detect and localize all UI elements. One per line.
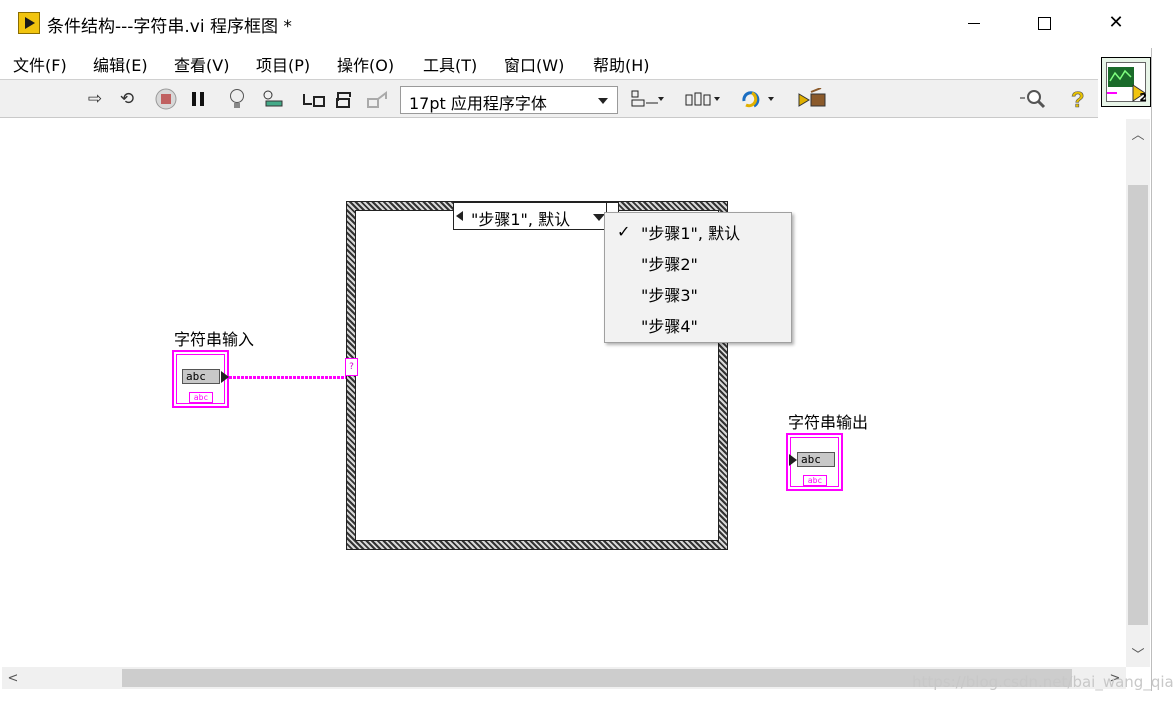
run-continuously-icon[interactable]: ⟲ (115, 87, 139, 111)
menu-file[interactable]: 文件(F) (13, 52, 67, 76)
menu-tools[interactable]: 工具(T) (423, 52, 477, 76)
dropdown-item-step2[interactable]: "步骤2" (641, 251, 698, 275)
menu-operate[interactable]: 操作(O) (337, 52, 394, 76)
abort-icon[interactable] (154, 87, 178, 111)
vertical-scroll-thumb[interactable] (1128, 185, 1148, 625)
maximize-button[interactable] (1021, 8, 1067, 38)
reorder-icon[interactable] (740, 89, 780, 111)
menu-edit[interactable]: 编辑(E) (93, 52, 148, 76)
dropdown-item-step4[interactable]: "步骤4" (641, 313, 698, 337)
menu-window[interactable]: 窗口(W) (504, 52, 564, 76)
string-wire[interactable] (229, 376, 346, 379)
step-into-icon[interactable] (302, 87, 326, 111)
run-arrow-icon[interactable]: ⇨ (83, 87, 107, 111)
input-terminal-label: 字符串输入 (174, 330, 255, 349)
scroll-up-icon[interactable]: ︿ (1126, 121, 1150, 145)
minimize-button[interactable] (951, 8, 997, 38)
vi-icon-number: 2 (1139, 91, 1147, 104)
cleanup-diagram-icon[interactable] (797, 87, 829, 111)
case-selector-label[interactable]: "步骤1", 默认 (453, 202, 619, 230)
dropdown-item-step3[interactable]: "步骤3" (641, 282, 698, 306)
window-title: 条件结构---字符串.vi 程序框图 * (47, 17, 292, 37)
vertical-scrollbar[interactable]: ︿ ﹀ (1126, 119, 1150, 667)
close-icon: ✕ (1108, 12, 1124, 33)
scroll-left-icon[interactable]: < (2, 667, 24, 689)
step-out-icon[interactable] (366, 87, 390, 111)
pause-icon[interactable] (186, 87, 210, 111)
svg-text:?: ? (1071, 87, 1084, 111)
title-bar: 条件结构---字符串.vi 程序框图 * ✕ (0, 0, 1152, 48)
menu-help[interactable]: 帮助(H) (593, 52, 650, 76)
font-selector[interactable]: 17pt 应用程序字体 (400, 86, 618, 114)
string-field: abc (182, 369, 220, 384)
string-field: abc (797, 452, 835, 467)
step-over-icon[interactable] (334, 87, 358, 111)
watermark: https://blog.csdn.net/bai_wang_qiao (912, 673, 1173, 691)
highlight-execution-icon[interactable] (225, 87, 249, 111)
search-icon[interactable] (1018, 87, 1050, 111)
case-selector-value: "步骤1", 默认 (471, 210, 571, 229)
string-input-terminal[interactable]: abc abc (172, 350, 229, 408)
close-button[interactable]: ✕ (1093, 8, 1139, 38)
input-arrow-icon (789, 454, 797, 466)
decrement-arrow-icon[interactable] (456, 211, 463, 221)
output-arrow-icon (221, 371, 229, 383)
menu-view[interactable]: 查看(V) (174, 52, 229, 76)
toolbar: ⇨ ⟲ 17pt 应用程序字体 ? (0, 79, 1098, 118)
align-objects-icon[interactable] (630, 89, 670, 111)
string-output-terminal[interactable]: abc abc (786, 433, 843, 491)
string-type-tag: abc (189, 392, 213, 403)
font-selector-value: 17pt 应用程序字体 (409, 94, 547, 113)
case-selector-terminal[interactable]: ? (345, 358, 358, 376)
dropdown-item-step1[interactable]: "步骤1", 默认 (641, 220, 740, 244)
labview-app-icon (18, 12, 40, 34)
string-type-tag: abc (803, 475, 827, 486)
menu-project[interactable]: 项目(P) (256, 52, 310, 76)
distribute-objects-icon[interactable] (684, 89, 724, 111)
maximize-icon (1037, 16, 1051, 30)
output-terminal-label: 字符串输出 (788, 413, 869, 432)
scroll-down-icon[interactable]: ﹀ (1126, 641, 1150, 665)
vi-connector-icon[interactable]: 2 (1101, 57, 1151, 107)
help-icon[interactable]: ? (1066, 87, 1090, 111)
retain-wire-values-icon[interactable] (262, 87, 286, 111)
minimize-icon (968, 22, 980, 24)
chevron-down-icon (598, 98, 608, 104)
check-icon: ✓ (617, 222, 631, 241)
menu-bar: 文件(F) 编辑(E) 查看(V) 项目(P) 操作(O) 工具(T) 窗口(W… (0, 48, 1100, 78)
case-selector-dropdown: ✓ "步骤1", 默认 "步骤2" "步骤3" "步骤4" (604, 212, 792, 343)
